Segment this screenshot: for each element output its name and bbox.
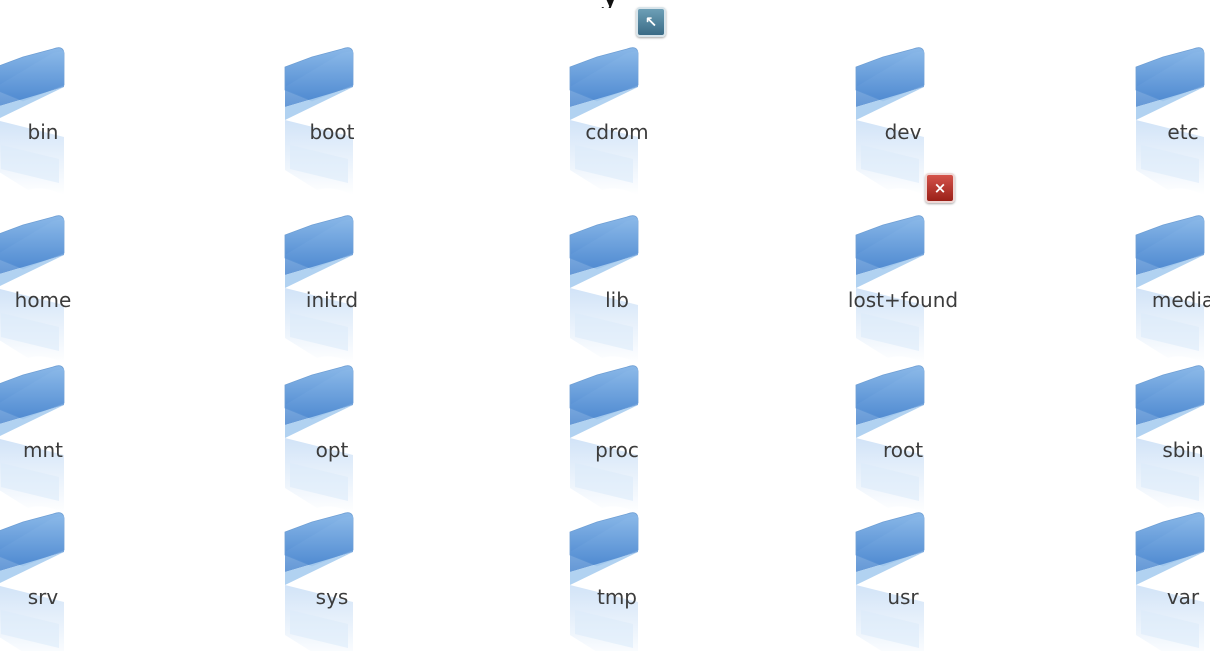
unreadable-emblem-icon: × — [925, 173, 955, 203]
folder-item-tmp[interactable]: tmp — [557, 490, 677, 651]
folder-item-lost-found[interactable]: lost+found × — [843, 173, 963, 363]
folder-item-opt[interactable]: opt — [272, 343, 392, 513]
folder-item-etc[interactable]: etc — [1123, 25, 1210, 195]
folder-label: initrd — [305, 288, 359, 312]
folder-item-srv[interactable]: srv — [0, 490, 103, 651]
folder-label: dev — [884, 120, 922, 144]
folder-label: proc — [595, 438, 639, 462]
folder-item-var[interactable]: var — [1123, 490, 1210, 651]
file-manager-icon-view: y bin — [0, 0, 1210, 651]
folder-item-sys[interactable]: sys — [272, 490, 392, 651]
folder-label: etc — [1167, 120, 1199, 144]
folder-label: lost+found — [847, 288, 959, 312]
folder-label: media — [1151, 288, 1210, 312]
folder-label: opt — [315, 438, 349, 462]
folder-icon — [1133, 510, 1208, 651]
folder-label: tmp — [596, 585, 638, 609]
link-emblem-icon: ↖ — [636, 7, 666, 37]
folder-label: root — [882, 438, 924, 462]
folder-label: bin — [27, 120, 59, 144]
folder-label: mnt — [23, 438, 63, 462]
folder-item-home[interactable]: home — [0, 193, 103, 363]
folder-label: sbin — [1162, 438, 1204, 462]
folder-item-dev[interactable]: dev — [843, 25, 963, 195]
folder-label: srv — [27, 585, 59, 609]
folder-icon — [282, 510, 357, 651]
folder-label: home — [14, 288, 72, 312]
folder-label: usr — [887, 585, 919, 609]
folder-item-mnt[interactable]: mnt — [0, 343, 103, 513]
folder-item-media[interactable]: media — [1123, 193, 1210, 363]
folder-item-bin[interactable]: bin — [0, 25, 103, 195]
folder-item-lib[interactable]: lib — [557, 193, 677, 363]
folder-item-sbin[interactable]: sbin — [1123, 343, 1210, 513]
folder-item-cdrom[interactable]: cdrom ↖ — [557, 7, 677, 195]
folder-label: lib — [605, 288, 629, 312]
emblem-symbol: × — [933, 179, 947, 197]
folder-item-root[interactable]: root — [843, 343, 963, 513]
emblem-symbol: ↖ — [644, 13, 658, 31]
folder-item-boot[interactable]: boot — [272, 25, 392, 195]
folder-label: cdrom — [585, 120, 649, 144]
folder-item-usr[interactable]: usr — [843, 490, 963, 651]
folder-label: var — [1166, 585, 1200, 609]
folder-grid: bin boot cdrom ↖ dev etc home initrd lib… — [0, 0, 1210, 651]
folder-item-initrd[interactable]: initrd — [272, 193, 392, 363]
folder-label: boot — [309, 120, 355, 144]
folder-icon — [0, 510, 68, 651]
folder-label: sys — [315, 585, 349, 609]
folder-icon — [853, 510, 928, 651]
folder-item-proc[interactable]: proc — [557, 343, 677, 513]
folder-icon — [567, 510, 642, 651]
